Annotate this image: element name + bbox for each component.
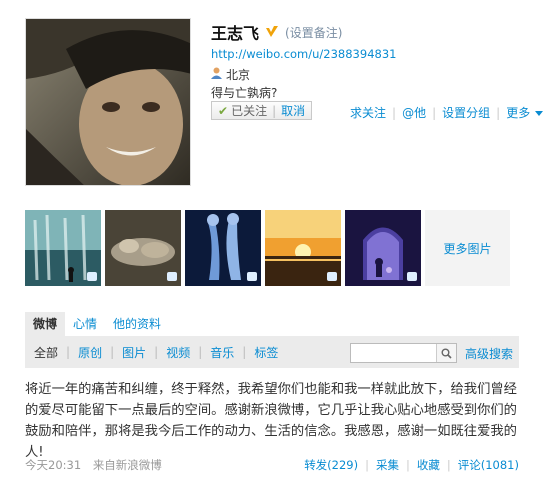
post-source-link[interactable]: 来自新浪微博 <box>93 458 162 472</box>
followed-label: 已关注 <box>231 104 268 118</box>
post-content: 将近一年的痛苦和纠缠，终于释然，我希望你们也能和我一样就此放下，给我们曾经的爱尽… <box>25 382 517 460</box>
tab-profile-info[interactable]: 他的资料 <box>105 312 169 336</box>
set-group-link[interactable]: 设置分组 <box>442 104 490 121</box>
follow-status-box: ✔ 已关注 | 取消 <box>211 101 313 120</box>
filter-pictures[interactable]: 图片 <box>122 344 146 361</box>
separator: | <box>198 345 203 359</box>
search-input[interactable] <box>351 344 436 362</box>
tab-mood[interactable]: 心情 <box>65 312 105 336</box>
profile-url-link[interactable]: http://weibo.com/u/2388394831 <box>211 47 396 61</box>
location-text: 北京 <box>226 68 251 82</box>
filter-tags[interactable]: 标签 <box>254 344 278 361</box>
separator: | <box>272 103 277 118</box>
favorite-link[interactable]: 收藏 <box>417 457 440 473</box>
profile-header: 王志飞 (设置备注) <box>211 20 342 44</box>
filter-all[interactable]: 全部 <box>34 344 58 361</box>
repost-link[interactable]: 转发(229) <box>304 457 358 473</box>
more-menu[interactable]: 更多 <box>506 104 544 121</box>
tab-weibo[interactable]: 微博 <box>25 312 66 336</box>
person-icon <box>211 67 222 82</box>
bio-text: 得与亡孰病? <box>211 86 278 100</box>
search-button[interactable] <box>436 344 456 362</box>
unfollow-button[interactable]: 取消 <box>281 102 305 119</box>
separator: | <box>66 345 71 359</box>
advanced-search-link[interactable]: 高级搜索 <box>465 345 513 362</box>
more-photos-link[interactable]: 更多图片 <box>425 210 510 286</box>
separator: | <box>242 345 247 359</box>
photo-thumbnail[interactable] <box>25 210 101 286</box>
profile-avatar[interactable] <box>25 18 191 186</box>
search-icon <box>441 348 452 359</box>
feed-search <box>350 343 457 363</box>
comment-link[interactable]: 评论(1081) <box>458 457 519 473</box>
verified-badge-icon <box>265 25 279 39</box>
separator: | <box>392 105 397 120</box>
separator: | <box>406 458 410 472</box>
post-meta: 今天20:31 来自新浪微博 转发(229) | 采集 | 收藏 | 评论(10… <box>25 457 519 473</box>
photo-thumbnail[interactable] <box>265 210 341 286</box>
location-row: 北京 <box>211 66 250 83</box>
filter-music[interactable]: 音乐 <box>210 344 234 361</box>
separator: | <box>446 458 451 472</box>
profile-name[interactable]: 王志飞 <box>211 20 259 44</box>
collect-link[interactable]: 采集 <box>376 457 399 473</box>
photo-thumbnail[interactable] <box>185 210 261 286</box>
profile-actions: 求关注 | @他 | 设置分组 | 更多 <box>350 104 544 121</box>
quiet-follow-link[interactable]: 求关注 <box>350 104 386 121</box>
separator: | <box>154 345 159 359</box>
filter-video[interactable]: 视频 <box>166 344 190 361</box>
checkmark-icon: ✔ <box>218 103 229 118</box>
separator: | <box>496 105 501 120</box>
mention-link[interactable]: @他 <box>402 104 426 121</box>
photo-thumbnail[interactable] <box>105 210 181 286</box>
separator: | <box>110 345 115 359</box>
photo-thumbnail[interactable] <box>345 210 421 286</box>
separator: | <box>432 105 437 120</box>
set-remark-link[interactable]: (设置备注) <box>285 24 342 41</box>
chevron-down-icon <box>535 111 544 116</box>
separator: | <box>365 458 369 472</box>
photo-strip <box>25 210 421 286</box>
post-time-link[interactable]: 今天20:31 <box>25 458 81 472</box>
more-label: 更多 <box>506 106 531 120</box>
feed-filter-bar: 全部 | 原创 | 图片 | 视频 | 音乐 | 标签 高级搜索 <box>25 336 519 368</box>
filter-original[interactable]: 原创 <box>78 344 102 361</box>
profile-tabs: 微博 心情 他的资料 <box>25 312 519 336</box>
